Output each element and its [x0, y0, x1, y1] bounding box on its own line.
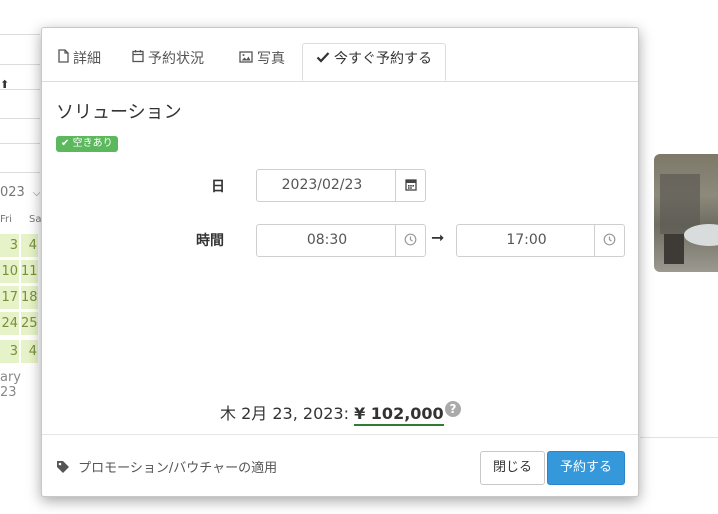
tab-label: 写真 — [257, 51, 285, 67]
tab-details[interactable]: 詳細 — [45, 44, 114, 80]
file-icon — [58, 44, 69, 74]
bg-calendar-cell[interactable]: 3 — [0, 340, 20, 364]
bg-divider — [0, 64, 40, 65]
bg-divider — [0, 118, 40, 119]
image-icon — [239, 44, 253, 74]
bg-calendar-cell[interactable]: 25 — [21, 312, 39, 336]
close-button[interactable]: 閉じる — [480, 451, 546, 485]
end-time-field[interactable] — [456, 224, 625, 257]
time-label: 時間 — [196, 233, 224, 249]
date-input[interactable] — [257, 170, 387, 201]
tab-label: 詳細 — [73, 51, 101, 67]
bg-calendar-cell[interactable]: 18 — [21, 286, 39, 310]
arrow-right-icon: ➞ — [431, 228, 445, 247]
book-button[interactable]: 予約する — [547, 451, 626, 485]
modal-footer: プロモーション/バウチャーの適用 閉じる 予約する — [42, 434, 638, 497]
clock-icon — [404, 231, 417, 250]
bg-calendar-cell[interactable]: 4 — [21, 234, 39, 258]
price-date: 木 2月 23, 2023: — [220, 404, 349, 423]
bg-calendar-cell[interactable]: 17 — [0, 286, 20, 310]
bg-day-header: Fri — [0, 214, 12, 225]
date-field[interactable] — [256, 169, 426, 202]
bg-calendar-cell[interactable]: 3 — [0, 234, 20, 258]
calendar-icon — [404, 176, 417, 195]
clock-icon — [603, 231, 616, 250]
check-icon: ✔ — [61, 138, 70, 149]
booking-modal: 詳細 予約状況 写真 今すぐ予約する ソリューション ✔ 空きあり 日 2023… — [41, 27, 639, 497]
start-time-picker-button[interactable] — [395, 225, 425, 256]
help-icon[interactable]: ? — [445, 401, 461, 417]
price-summary: 木 2月 23, 2023: ¥ 102,000 — [220, 400, 444, 426]
start-time-field[interactable] — [256, 224, 426, 257]
tab-label: 今すぐ予約する — [334, 51, 432, 67]
date-label: 日 — [211, 179, 225, 195]
bg-month-label: ary 23 — [0, 370, 22, 400]
bg-divider — [0, 172, 40, 173]
bg-day-header: Sa — [29, 214, 42, 225]
tab-book-now[interactable]: 今すぐ予約する — [302, 43, 446, 81]
tab-photos[interactable]: 写真 — [226, 44, 298, 80]
bg-year-select[interactable]: 023 ⌵ — [0, 185, 40, 200]
promo-voucher-link[interactable]: プロモーション/バウチャーの適用 — [56, 457, 277, 478]
check-icon — [316, 44, 330, 74]
bg-room-photo — [654, 154, 718, 272]
end-time-picker-button[interactable] — [594, 225, 624, 256]
resource-title: ソリューション — [56, 102, 182, 123]
bg-calendar-cell[interactable]: 10 — [0, 260, 20, 284]
bg-divider — [0, 143, 40, 144]
chevron-down-icon: ⌵ — [32, 188, 41, 199]
bg-calendar-cell[interactable]: 24 — [0, 312, 20, 336]
calendar-icon — [132, 44, 144, 74]
date-picker-button[interactable] — [395, 170, 425, 201]
tag-icon — [56, 460, 74, 478]
bg-calendar-cell[interactable]: 4 — [21, 340, 39, 364]
bg-divider — [0, 34, 40, 35]
end-time-input[interactable] — [457, 225, 596, 256]
price-amount: ¥ 102,000 — [354, 404, 444, 426]
background-page: ⬆ 023 ⌵ Fri Sa 3 4 10 11 17 18 24 25 3 4 … — [0, 0, 42, 514]
bg-divider — [640, 437, 718, 438]
tab-availability[interactable]: 予約状況 — [119, 44, 217, 80]
start-time-input[interactable] — [257, 225, 397, 256]
modal-tabs: 詳細 予約状況 写真 今すぐ予約する — [42, 28, 638, 82]
tab-label: 予約状況 — [148, 51, 204, 67]
bg-calendar-cell[interactable]: 11 — [21, 260, 39, 284]
sort-arrow-icon: ⬆ — [0, 78, 10, 91]
availability-badge: ✔ 空きあり — [56, 136, 118, 152]
